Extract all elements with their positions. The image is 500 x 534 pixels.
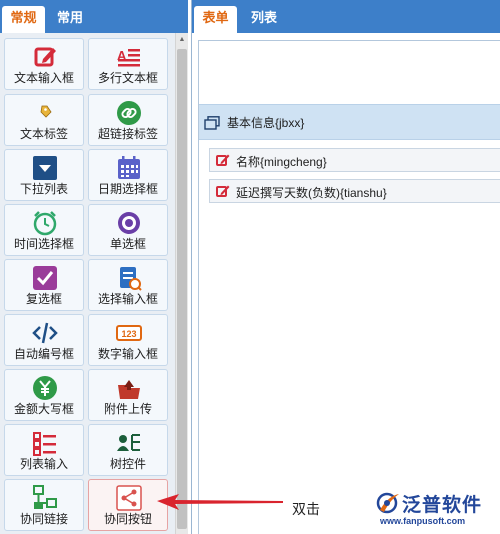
upload-folder-icon bbox=[118, 380, 140, 399]
dropdown-icon bbox=[33, 156, 57, 180]
palette-label: 自动编号框 bbox=[13, 347, 74, 361]
palette-label: 多行文本框 bbox=[97, 71, 158, 85]
palette-dropdown-list[interactable]: 下拉列表 bbox=[4, 149, 84, 201]
number-123-icon: 123 bbox=[116, 325, 142, 341]
list-icon bbox=[33, 432, 56, 456]
palette-label: 附件上传 bbox=[103, 402, 152, 416]
calendar-icon bbox=[118, 156, 140, 179]
radio-icon bbox=[118, 212, 140, 234]
multiline-text-icon: A bbox=[117, 48, 140, 67]
palette-label: 文本输入框 bbox=[13, 71, 74, 85]
tab-list[interactable]: 列表 bbox=[244, 6, 284, 33]
palette-label: 下拉列表 bbox=[19, 182, 68, 196]
design-canvas[interactable]: 基本信息{jbxx} 名称{mingcheng} 延迟撰写天数(负数){tian… bbox=[198, 40, 500, 534]
palette-date-picker[interactable]: 日期选择框 bbox=[88, 149, 168, 201]
field-label: 名称{mingcheng} bbox=[236, 155, 327, 169]
network-link-icon bbox=[33, 485, 57, 509]
palette-label: 单选框 bbox=[109, 237, 146, 251]
palette-label: 协同链接 bbox=[19, 512, 68, 526]
palette-label: 时间选择框 bbox=[13, 237, 74, 251]
logo-name: 泛普软件 bbox=[402, 494, 483, 516]
palette-text-input[interactable]: 文本输入框 bbox=[4, 38, 84, 90]
form-designer-panel: 表单 列表 基本信息{jbxx} 名称{mingcheng} 延迟撰写天数(负数… bbox=[191, 0, 500, 534]
tree-user-icon bbox=[117, 434, 140, 451]
section-label: 基本信息{jbxx} bbox=[227, 116, 305, 130]
field-delay-days[interactable]: 延迟撰写天数(负数){tianshu} bbox=[209, 179, 500, 203]
logo-url: www.fanpusoft.com bbox=[380, 516, 466, 526]
palette-label: 复选框 bbox=[25, 292, 62, 306]
component-panel: 常规 常用 文本输入框 A 多行文本框 文本标签 超链接标签 下拉列表 日期选择… bbox=[0, 0, 188, 534]
palette-auto-number[interactable]: 自动编号框 bbox=[4, 314, 84, 366]
palette-radio[interactable]: 单选框 bbox=[88, 204, 168, 256]
copy-window-icon bbox=[204, 116, 220, 130]
edit-box-icon bbox=[216, 185, 230, 197]
palette-text-label[interactable]: 文本标签 bbox=[4, 94, 84, 146]
share-icon bbox=[116, 485, 142, 511]
checkbox-icon bbox=[33, 266, 57, 290]
edit-box-icon bbox=[34, 47, 56, 67]
tag-icon bbox=[40, 105, 52, 118]
link-icon bbox=[117, 101, 141, 125]
palette-label: 金额大写框 bbox=[13, 402, 74, 416]
field-label: 延迟撰写天数(负数){tianshu} bbox=[236, 186, 387, 200]
palette-label: 协同按钮 bbox=[103, 512, 152, 526]
palette-label: 树控件 bbox=[109, 457, 146, 471]
left-tab-bar: 常规 常用 bbox=[0, 0, 188, 33]
code-icon bbox=[32, 322, 58, 344]
select-input-icon bbox=[120, 267, 142, 291]
palette-attachment-upload[interactable]: 附件上传 bbox=[88, 369, 168, 421]
palette-checkbox[interactable]: 复选框 bbox=[4, 259, 84, 311]
palette-label: 文本标签 bbox=[19, 127, 68, 141]
palette-scrollbar[interactable]: ▲ bbox=[175, 33, 188, 534]
fanpu-logo: 泛普软件 www.fanpusoft.com bbox=[375, 488, 500, 534]
palette-hyperlink-label[interactable]: 超链接标签 bbox=[88, 94, 168, 146]
edit-box-icon bbox=[216, 154, 230, 166]
tab-common[interactable]: 常规 bbox=[2, 6, 45, 33]
right-tab-bar: 表单 列表 bbox=[192, 0, 500, 33]
palette-amount-uppercase[interactable]: 金额大写框 bbox=[4, 369, 84, 421]
palette-time-picker[interactable]: 时间选择框 bbox=[4, 204, 84, 256]
annotation-text: 双击 bbox=[292, 501, 320, 517]
scroll-up-arrow-icon[interactable]: ▲ bbox=[176, 33, 188, 47]
tab-frequent[interactable]: 常用 bbox=[50, 6, 90, 33]
section-basic-info[interactable]: 基本信息{jbxx} bbox=[199, 104, 500, 140]
palette-tree-control[interactable]: 树控件 bbox=[88, 424, 168, 476]
annotation-arrow bbox=[157, 494, 283, 510]
palette-select-input[interactable]: 选择输入框 bbox=[88, 259, 168, 311]
palette-list-input[interactable]: 列表输入 bbox=[4, 424, 84, 476]
palette-label: 超链接标签 bbox=[97, 127, 158, 141]
palette-label: 日期选择框 bbox=[97, 182, 158, 196]
yuan-coin-icon bbox=[33, 376, 57, 400]
component-palette: 文本输入框 A 多行文本框 文本标签 超链接标签 下拉列表 日期选择框 时间选择… bbox=[0, 33, 175, 534]
fanpu-logo-icon bbox=[376, 492, 399, 514]
alarm-clock-icon bbox=[33, 211, 57, 236]
tab-form[interactable]: 表单 bbox=[194, 6, 237, 33]
svg-text:123: 123 bbox=[121, 329, 136, 339]
palette-multiline-text[interactable]: A 多行文本框 bbox=[88, 38, 168, 90]
scroll-thumb[interactable] bbox=[177, 49, 187, 529]
palette-label: 列表输入 bbox=[19, 457, 68, 471]
palette-label: 数字输入框 bbox=[97, 347, 158, 361]
palette-number-input[interactable]: 123 数字输入框 bbox=[88, 314, 168, 366]
palette-collab-link[interactable]: 协同链接 bbox=[4, 479, 84, 531]
palette-label: 选择输入框 bbox=[97, 292, 158, 306]
field-name[interactable]: 名称{mingcheng} bbox=[209, 148, 500, 172]
